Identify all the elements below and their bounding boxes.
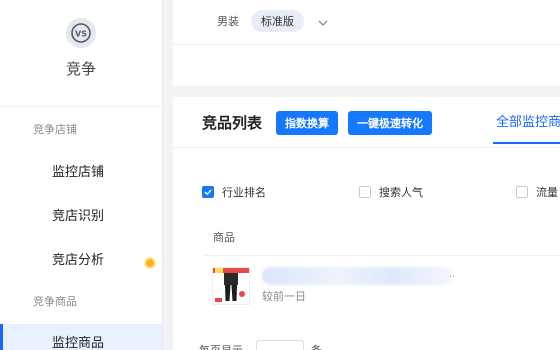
filter-label: 搜索人气 (379, 186, 423, 199)
sidebar-item-shop-analysis[interactable]: 竞店分析 (0, 241, 162, 275)
sidebar-item-label: 监控商品 (52, 335, 105, 350)
svg-text:VS: VS (75, 30, 87, 39)
sidebar-item-monitor-shops[interactable]: 监控店铺 (0, 153, 162, 187)
checkbox-icon[interactable] (516, 186, 528, 198)
checkbox-checked-icon[interactable] (202, 186, 214, 198)
competitor-list-card: 竞品列表 指数换算 一键极速转化 全部监控商 行业排名 搜索人气 流量 商品 .… (173, 97, 560, 350)
quick-convert-button[interactable]: 一键极速转化 (348, 111, 432, 135)
product-name-ellipsis: .. (449, 269, 456, 280)
active-tab-indicator (493, 142, 560, 144)
divider (203, 255, 560, 256)
compare-label: 较前一日 (262, 290, 306, 303)
sidebar-item-shop-identify[interactable]: 竞店识别 (0, 197, 162, 231)
sidebar: VS 竞争 竞争店铺 监控店铺 竞店识别 竞店分析 竞争商品 监控商品 (0, 0, 163, 350)
notification-dot (144, 257, 156, 269)
filter-label: 流量 (536, 186, 558, 199)
sidebar-brand-title: 竞争 (65, 60, 96, 78)
sidebar-brand: VS 竞争 (0, 0, 162, 107)
sidebar-item-monitor-products[interactable]: 监控商品 (0, 324, 162, 350)
vs-logo-icon: VS (66, 18, 96, 48)
page-title: 竞品列表 (202, 114, 263, 132)
filter-search-popularity[interactable]: 搜索人气 (359, 184, 423, 200)
group-title-competitor-shops: 竞争店铺 (33, 123, 77, 136)
tab-all-monitored[interactable]: 全部监控商 (496, 111, 560, 130)
column-header-product: 商品 (213, 231, 235, 244)
divider (173, 147, 560, 148)
version-select[interactable]: 标准版 (251, 10, 304, 32)
page-size-select[interactable] (256, 340, 304, 350)
product-name-blurred[interactable] (262, 267, 452, 285)
sidebar-item-label: 竞店识别 (52, 208, 105, 224)
checkbox-icon[interactable] (359, 186, 371, 198)
product-thumbnail[interactable] (212, 267, 250, 305)
filter-label: 行业排名 (222, 186, 266, 199)
category-label: 男装 (217, 15, 239, 28)
filter-industry-rank[interactable]: 行业排名 (202, 184, 266, 200)
divider (173, 44, 560, 45)
page-size-label: 每页显示 (199, 342, 243, 350)
page-size-unit: 条 (311, 342, 322, 350)
category-selector-card: 男装 标准版 (173, 0, 560, 86)
filter-traffic[interactable]: 流量 (516, 184, 558, 200)
sidebar-item-label: 竞店分析 (52, 252, 105, 268)
chevron-down-icon[interactable] (317, 14, 329, 33)
group-title-competitor-products: 竞争商品 (33, 295, 77, 308)
sidebar-item-label: 监控店铺 (52, 164, 105, 180)
index-convert-button[interactable]: 指数换算 (276, 111, 338, 135)
